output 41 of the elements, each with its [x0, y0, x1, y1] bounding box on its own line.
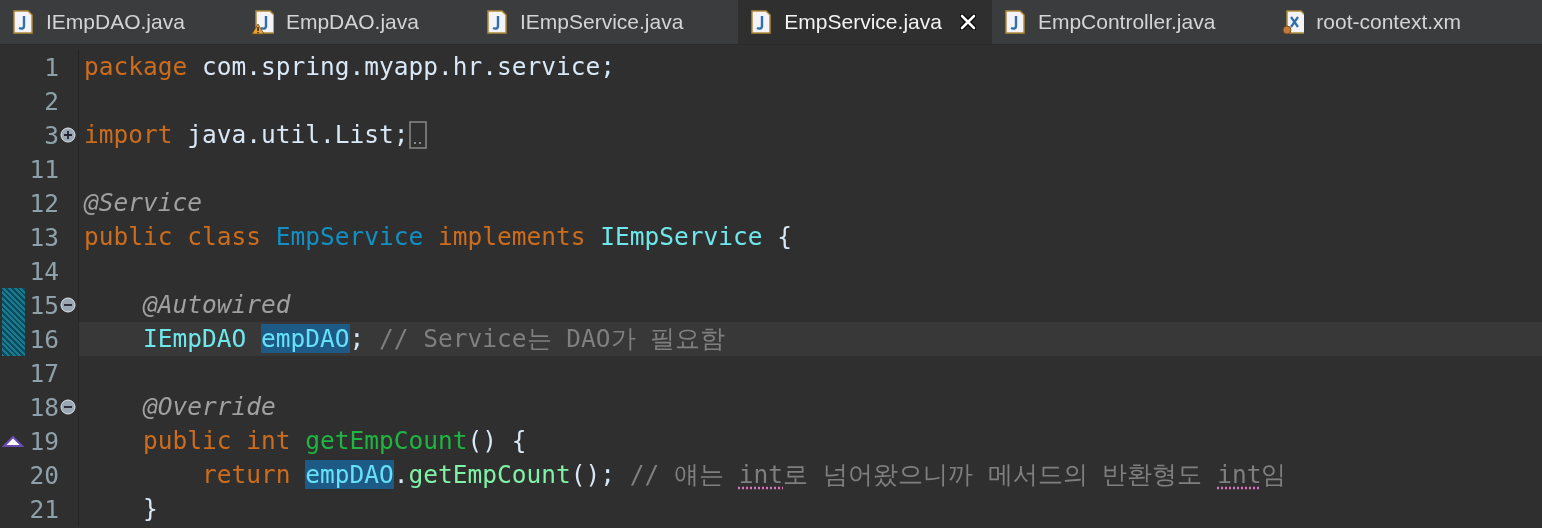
line-number: 1 [43, 52, 59, 82]
expand-icon[interactable] [60, 127, 76, 143]
editor-tab[interactable]: EmpService.java [738, 0, 992, 44]
editor-tab[interactable]: EmpController.java [991, 0, 1271, 44]
line-number: 2 [43, 86, 59, 116]
editor-tab[interactable]: IEmpDAO.java [0, 0, 240, 44]
code-line: import java.util.List; [84, 119, 409, 151]
line-number: 3 [43, 120, 59, 150]
line-number: 19 [28, 426, 59, 456]
collapsed-code-icon [408, 121, 427, 149]
line-number: 21 [28, 494, 59, 524]
code-line: @Service [84, 187, 202, 219]
code-line: return empDAO.getEmpCount(); // 얘는 int로 넘어왔으니까 메서드의 반환형도 int임 [201, 459, 1287, 491]
java-file-icon [1003, 10, 1026, 34]
line-number: 15 [28, 290, 59, 320]
line-number: 14 [28, 256, 59, 286]
line-number: 16 [28, 324, 59, 354]
collapse-icon[interactable] [60, 399, 76, 415]
line-number: 20 [28, 460, 59, 490]
code-line: public class EmpService implements IEmpService { [84, 221, 793, 253]
xml-file-icon [1282, 9, 1305, 35]
collapse-icon[interactable] [60, 297, 76, 313]
code-line: } [142, 493, 158, 525]
java-file-icon [485, 10, 508, 34]
code-line: package com.spring.myapp.hr.service; [84, 51, 616, 83]
code-line: public int getEmpCount() { [142, 425, 527, 457]
line-number: 13 [28, 222, 59, 252]
editor-tab[interactable]: IEmpService.java [473, 0, 739, 44]
line-number: 11 [28, 154, 59, 184]
code-line: @Override [141, 391, 276, 423]
java-file-icon [750, 10, 773, 34]
line-number: 18 [28, 392, 59, 422]
line-number: 12 [28, 188, 59, 218]
editor-tab[interactable]: root-context.xm [1270, 0, 1517, 44]
java-file-icon [12, 10, 34, 34]
code-line: IEmpDAO empDAO; // Service는 DAO가 필요함 [142, 323, 726, 355]
java-file-warning-icon [251, 9, 274, 35]
code-line: @Autowired [141, 289, 291, 321]
line-number: 17 [28, 358, 59, 388]
close-icon[interactable] [959, 14, 976, 30]
editor-tab[interactable]: EmpDAO.java [239, 0, 474, 44]
